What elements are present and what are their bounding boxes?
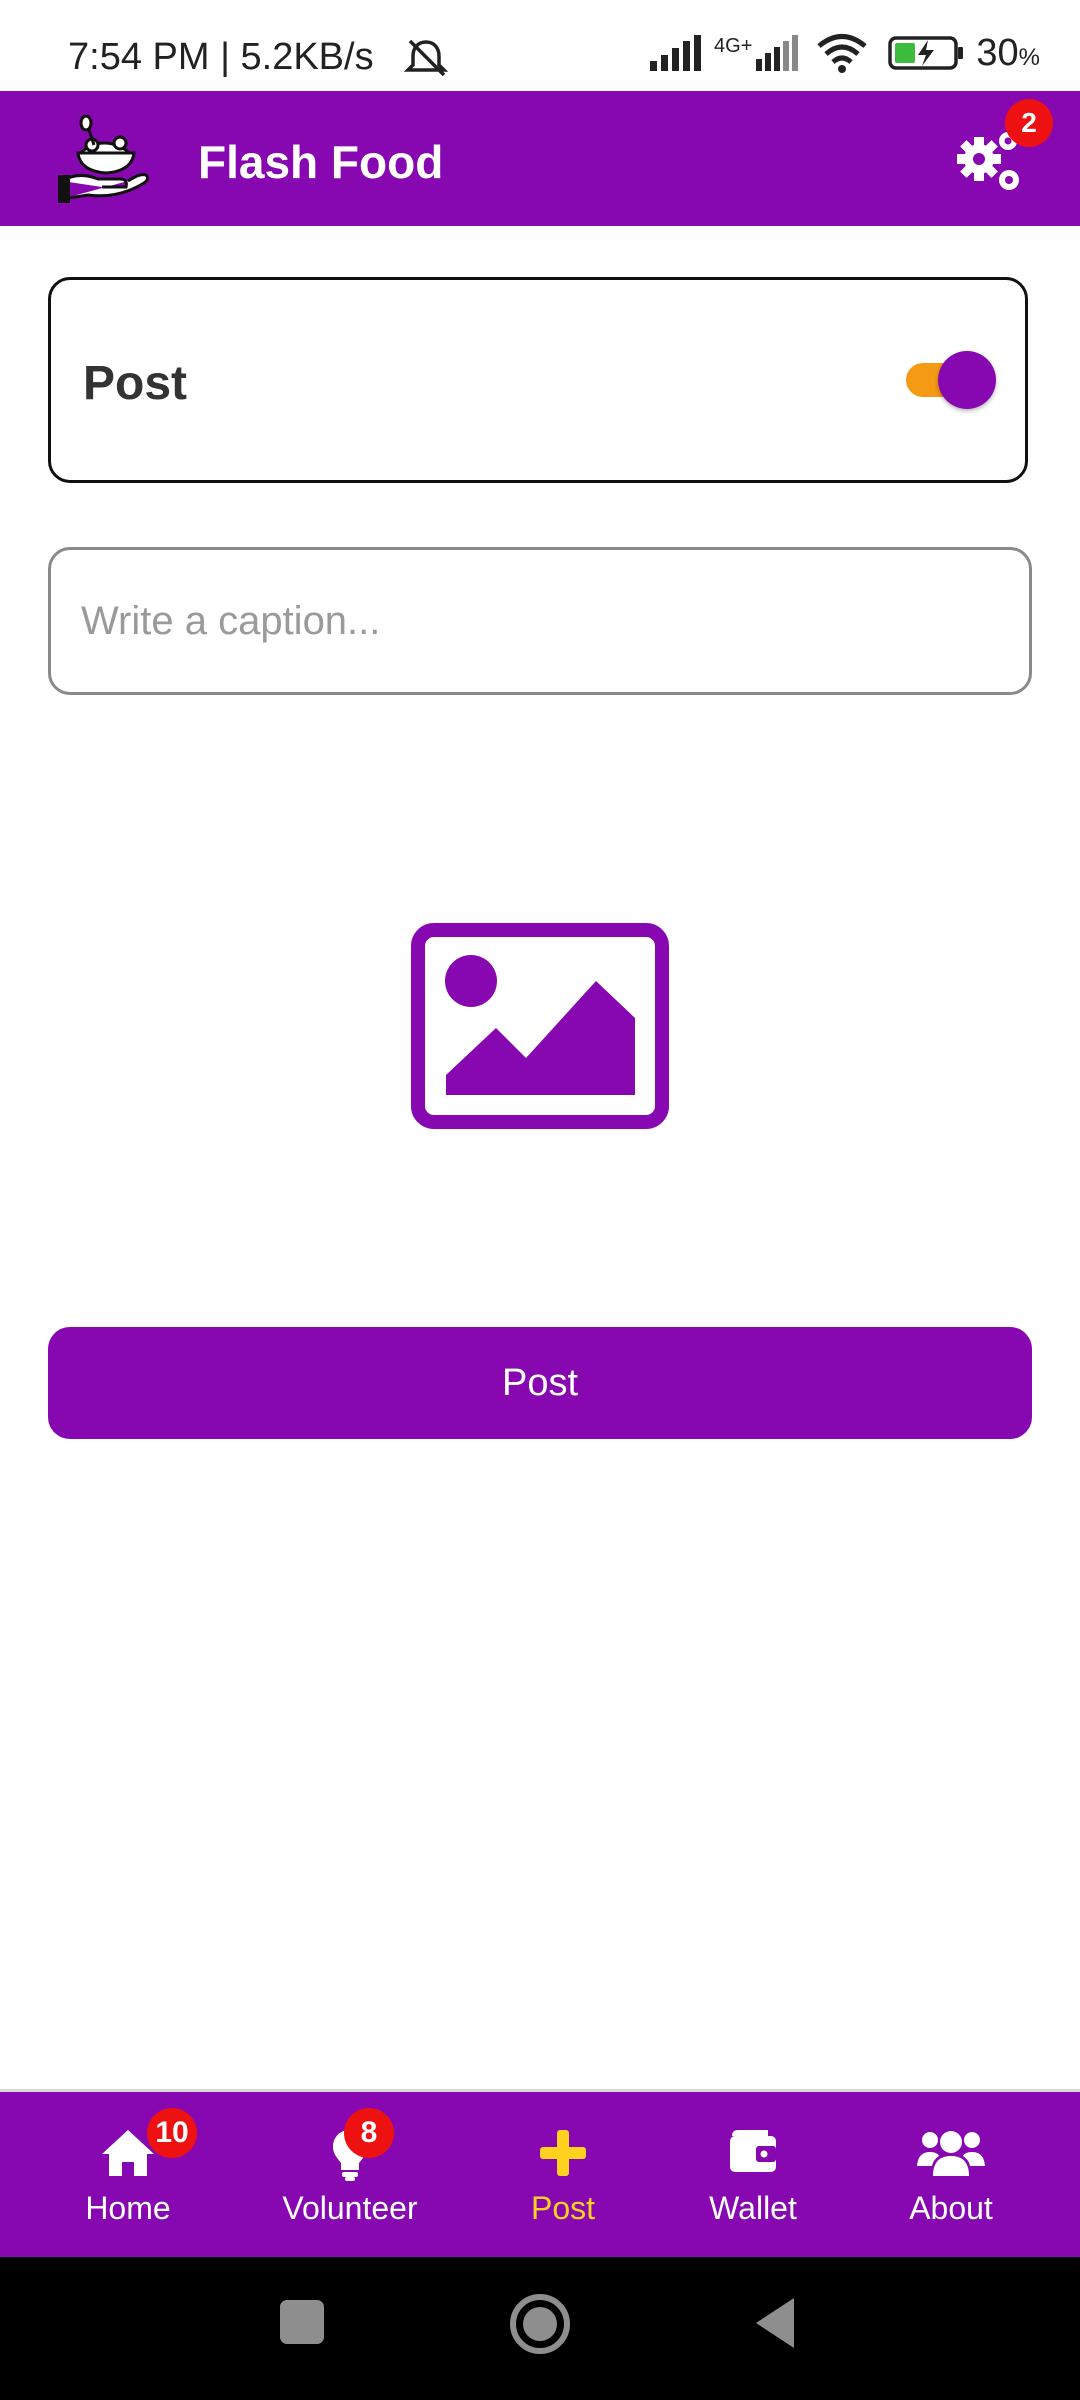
post-card-label: Post <box>83 357 188 410</box>
toggle-thumb <box>938 351 996 409</box>
bottom-navigation: Home 10 Volunteer 8 Post Wallet About <box>0 2089 1080 2257</box>
post-toggle[interactable] <box>894 350 996 410</box>
volunteer-badge: 8 <box>344 2108 394 2158</box>
status-time: 7:54 PM | 5.2KB/s <box>68 36 374 78</box>
wallet-icon <box>728 2128 778 2179</box>
back-button-icon[interactable] <box>754 2296 796 2355</box>
caption-input[interactable] <box>48 547 1032 695</box>
post-toggle-card: Post <box>48 277 1028 483</box>
home-badge: 10 <box>147 2108 197 2158</box>
app-title: Flash Food <box>198 136 444 188</box>
nav-item-post[interactable]: Post <box>500 2092 626 2257</box>
settings-badge: 2 <box>1005 99 1053 147</box>
plus-icon <box>538 2128 588 2183</box>
nav-item-home[interactable]: Home 10 <box>63 2092 197 2257</box>
home-button-icon[interactable] <box>508 2292 572 2361</box>
network-type: 4G+ <box>714 34 753 57</box>
mute-icon <box>402 38 450 83</box>
app-bar: Flash Food 2 <box>0 91 1080 226</box>
food-donation-logo-icon <box>58 109 154 205</box>
signal-icon <box>650 35 704 71</box>
wifi-icon <box>816 33 868 73</box>
nav-label-about: About <box>909 2190 993 2226</box>
nav-item-wallet[interactable]: Wallet <box>688 2092 818 2257</box>
battery-text: 30% <box>976 31 1040 74</box>
nav-label-post: Post <box>530 2190 596 2226</box>
nav-label-wallet: Wallet <box>709 2190 797 2226</box>
users-icon <box>917 2128 985 2183</box>
post-button[interactable]: Post <box>48 1327 1032 1439</box>
system-navigation-bar <box>0 2257 1080 2400</box>
image-placeholder-icon[interactable] <box>411 923 669 1129</box>
signal-2-icon <box>756 35 799 71</box>
recents-button-icon[interactable] <box>280 2300 324 2349</box>
nav-item-volunteer[interactable]: Volunteer 8 <box>270 2092 430 2257</box>
nav-label-volunteer: Volunteer <box>282 2190 418 2226</box>
battery-icon <box>888 35 966 71</box>
nav-label-home: Home <box>85 2190 171 2226</box>
status-bar: 7:54 PM | 5.2KB/s 4G+ 30% <box>0 0 1080 91</box>
nav-item-about[interactable]: About <box>886 2092 1016 2257</box>
